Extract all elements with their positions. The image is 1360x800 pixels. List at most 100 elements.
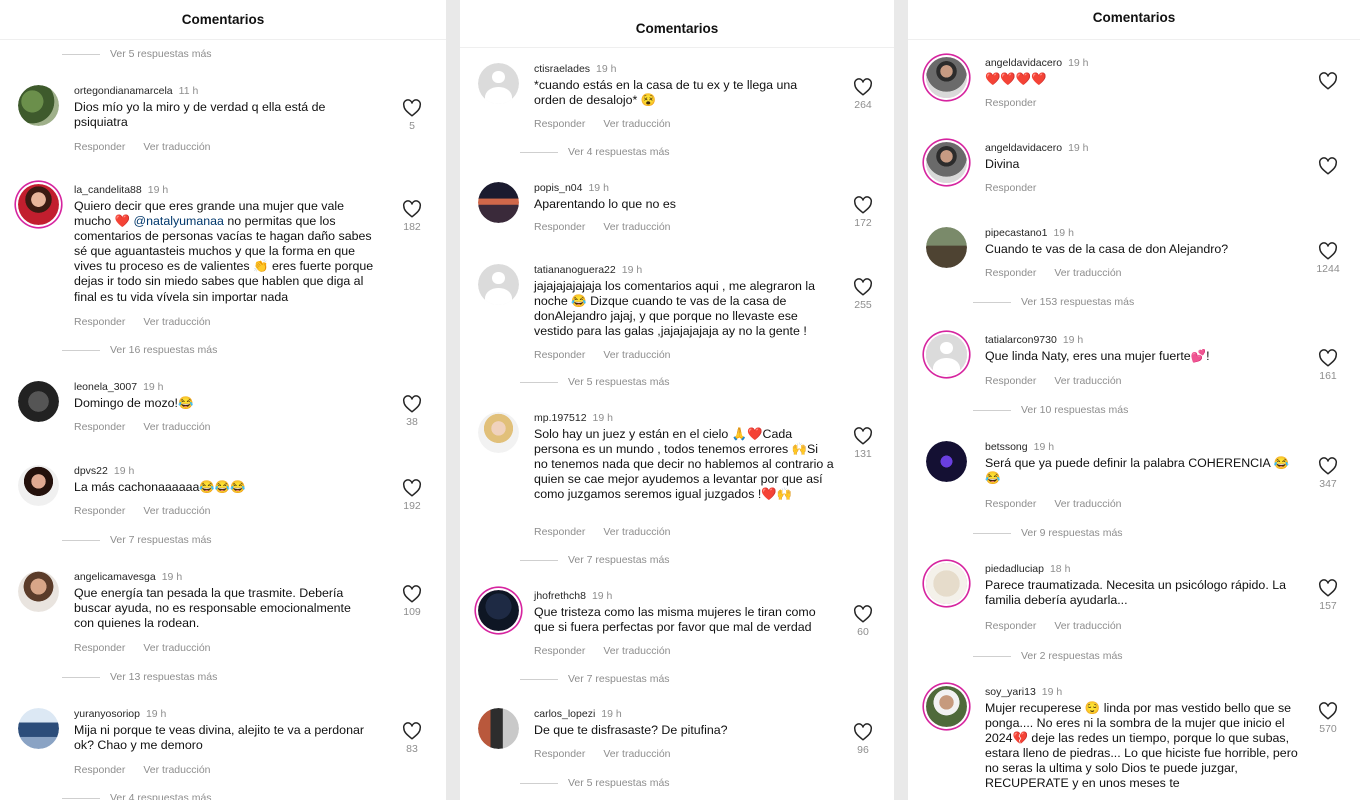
- reply-button[interactable]: Responder: [534, 118, 585, 130]
- view-more-replies[interactable]: Ver 153 respuestas más: [973, 296, 1134, 308]
- translate-button[interactable]: Ver traducción: [1054, 267, 1121, 279]
- comment-username[interactable]: angeldavidacero: [985, 57, 1062, 69]
- reply-button[interactable]: Responder: [985, 267, 1036, 279]
- reply-button[interactable]: Responder: [985, 498, 1036, 510]
- reply-button[interactable]: Responder: [985, 182, 1036, 194]
- comment-username[interactable]: yuranyosoriop: [74, 708, 140, 720]
- translate-button[interactable]: Ver traducción: [603, 526, 670, 538]
- like-button[interactable]: 83: [397, 722, 427, 755]
- like-button[interactable]: 347: [1313, 457, 1343, 490]
- avatar[interactable]: [18, 85, 59, 126]
- view-more-replies[interactable]: Ver 5 respuestas más: [520, 376, 670, 388]
- translate-button[interactable]: Ver traducción: [143, 141, 210, 153]
- view-more-replies[interactable]: Ver 7 respuestas más: [520, 554, 670, 566]
- comment-username[interactable]: soy_yari13: [985, 686, 1036, 698]
- view-more-replies[interactable]: Ver 13 respuestas más: [62, 671, 217, 683]
- translate-button[interactable]: Ver traducción: [143, 764, 210, 776]
- avatar[interactable]: [478, 182, 519, 223]
- comment-username[interactable]: piedadluciap: [985, 563, 1044, 575]
- view-more-replies[interactable]: Ver 4 respuestas más: [62, 792, 212, 800]
- avatar[interactable]: [478, 708, 519, 749]
- reply-button[interactable]: Responder: [74, 505, 125, 517]
- like-button[interactable]: 172: [848, 196, 878, 229]
- translate-button[interactable]: Ver traducción: [143, 505, 210, 517]
- translate-button[interactable]: Ver traducción: [143, 421, 210, 433]
- avatar[interactable]: [18, 184, 59, 225]
- translate-button[interactable]: Ver traducción: [1054, 498, 1121, 510]
- reply-button[interactable]: Responder: [534, 221, 585, 233]
- mention-link[interactable]: @natalyumanaa: [134, 214, 224, 228]
- comment-username[interactable]: la_candelita88: [74, 184, 142, 196]
- like-button[interactable]: 192: [397, 479, 427, 512]
- comment-username[interactable]: angelicamavesga: [74, 571, 156, 583]
- avatar[interactable]: [18, 571, 59, 612]
- translate-button[interactable]: Ver traducción: [603, 221, 670, 233]
- like-button[interactable]: 157: [1313, 579, 1343, 612]
- reply-button[interactable]: Responder: [74, 642, 125, 654]
- avatar[interactable]: [926, 334, 967, 375]
- avatar[interactable]: [478, 63, 519, 104]
- avatar[interactable]: [926, 142, 967, 183]
- reply-button[interactable]: Responder: [534, 645, 585, 657]
- avatar[interactable]: [478, 264, 519, 305]
- like-button[interactable]: 5: [397, 99, 427, 132]
- like-button[interactable]: 38: [397, 395, 427, 428]
- view-more-replies[interactable]: Ver 9 respuestas más: [973, 527, 1123, 539]
- view-more-replies[interactable]: Ver 4 respuestas más: [520, 146, 670, 158]
- comment-username[interactable]: jhofrethch8: [534, 590, 586, 602]
- reply-button[interactable]: Responder: [74, 141, 125, 153]
- avatar[interactable]: [926, 441, 967, 482]
- reply-button[interactable]: Responder: [74, 421, 125, 433]
- reply-button[interactable]: Responder: [985, 97, 1036, 109]
- like-button[interactable]: [1313, 72, 1343, 90]
- like-button[interactable]: 255: [848, 278, 878, 311]
- reply-button[interactable]: Responder: [985, 620, 1036, 632]
- translate-button[interactable]: Ver traducción: [603, 645, 670, 657]
- view-more-replies[interactable]: Ver 2 respuestas más: [973, 650, 1123, 662]
- comment-username[interactable]: mp.197512: [534, 412, 587, 424]
- translate-button[interactable]: Ver traducción: [603, 349, 670, 361]
- translate-button[interactable]: Ver traducción: [603, 748, 670, 760]
- avatar[interactable]: [926, 563, 967, 604]
- reply-button[interactable]: Responder: [74, 316, 125, 328]
- view-more-replies[interactable]: Ver 5 respuestas más: [62, 48, 212, 60]
- like-button[interactable]: 131: [848, 427, 878, 460]
- translate-button[interactable]: Ver traducción: [603, 118, 670, 130]
- translate-button[interactable]: Ver traducción: [143, 316, 210, 328]
- translate-button[interactable]: Ver traducción: [1054, 620, 1121, 632]
- like-button[interactable]: 109: [397, 585, 427, 618]
- like-button[interactable]: [1313, 157, 1343, 175]
- avatar[interactable]: [926, 57, 967, 98]
- like-button[interactable]: 96: [848, 723, 878, 756]
- reply-button[interactable]: Responder: [534, 526, 585, 538]
- reply-button[interactable]: Responder: [985, 375, 1036, 387]
- view-more-replies[interactable]: Ver 5 respuestas más: [520, 777, 670, 789]
- comment-username[interactable]: betssong: [985, 441, 1028, 453]
- comment-username[interactable]: ctisraelades: [534, 63, 590, 75]
- comment-username[interactable]: tatialarcon9730: [985, 334, 1057, 346]
- avatar[interactable]: [478, 412, 519, 453]
- like-button[interactable]: 60: [848, 605, 878, 638]
- comment-username[interactable]: pipecastano1: [985, 227, 1047, 239]
- avatar[interactable]: [18, 465, 59, 506]
- view-more-replies[interactable]: Ver 7 respuestas más: [520, 673, 670, 685]
- comment-username[interactable]: angeldavidacero: [985, 142, 1062, 154]
- comment-username[interactable]: ortegondianamarcela: [74, 85, 173, 97]
- translate-button[interactable]: Ver traducción: [1054, 375, 1121, 387]
- reply-button[interactable]: Responder: [534, 349, 585, 361]
- reply-button[interactable]: Responder: [74, 764, 125, 776]
- avatar[interactable]: [18, 708, 59, 749]
- avatar[interactable]: [478, 590, 519, 631]
- comment-username[interactable]: leonela_3007: [74, 381, 137, 393]
- translate-button[interactable]: Ver traducción: [143, 642, 210, 654]
- avatar[interactable]: [18, 381, 59, 422]
- like-button[interactable]: 570: [1313, 702, 1343, 735]
- like-button[interactable]: 264: [848, 78, 878, 111]
- like-button[interactable]: 161: [1313, 349, 1343, 382]
- avatar[interactable]: [926, 227, 967, 268]
- view-more-replies[interactable]: Ver 16 respuestas más: [62, 344, 217, 356]
- comment-username[interactable]: carlos_lopezi: [534, 708, 595, 720]
- comment-username[interactable]: popis_n04: [534, 182, 582, 194]
- reply-button[interactable]: Responder: [534, 748, 585, 760]
- comment-username[interactable]: tatiananoguera22: [534, 264, 616, 276]
